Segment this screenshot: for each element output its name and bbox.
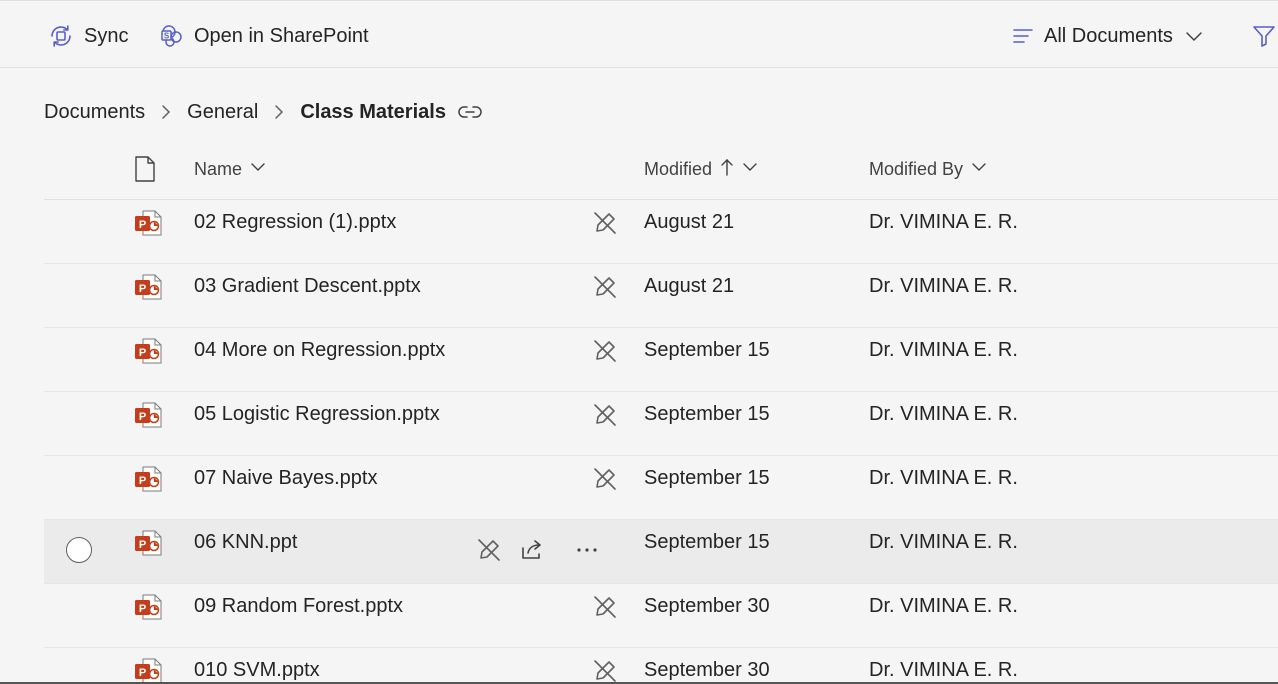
svg-text:P: P [139, 539, 146, 551]
view-label: All Documents [1044, 24, 1173, 47]
breadcrumb-general[interactable]: General [187, 101, 258, 124]
file-name[interactable]: 09 Random Forest.pptx [194, 593, 403, 619]
file-name[interactable]: 07 Naive Bayes.pptx [194, 465, 377, 491]
file-modified: August 21 [644, 275, 735, 297]
file-modified: September 30 [644, 595, 770, 617]
open-in-sharepoint-button[interactable]: S Open in SharePoint [160, 20, 369, 52]
column-header-row: Name Modified Modified By [44, 148, 1278, 200]
powerpoint-icon: P [134, 400, 164, 435]
share-icon[interactable] [519, 537, 545, 568]
breadcrumb: Documents General Class Materials [44, 96, 482, 128]
pencil-strike-icon [592, 466, 618, 497]
sync-button[interactable]: Sync [48, 20, 128, 52]
column-name[interactable]: Name [194, 158, 266, 180]
column-modified-by[interactable]: Modified By [869, 158, 987, 180]
powerpoint-icon: P [134, 656, 164, 684]
chevron-down-icon [1185, 27, 1203, 45]
link-icon[interactable] [458, 104, 482, 120]
more-options-icon[interactable] [574, 537, 600, 568]
svg-text:S: S [164, 32, 170, 41]
pencil-strike-icon [592, 402, 618, 433]
column-modified-label: Modified [644, 158, 713, 179]
breadcrumb-documents[interactable]: Documents [44, 101, 145, 124]
command-bar: Sync S Open in SharePoint All Documents [0, 0, 1278, 68]
file-list: P 02 Regression (1).pptx August 21 Dr. VIMI… [44, 200, 1278, 684]
file-modified-by: Dr. VIMINA E. R. [869, 211, 1018, 233]
chevron-down-icon [242, 159, 266, 180]
open-in-sharepoint-label: Open in SharePoint [194, 24, 369, 47]
file-modified-by: Dr. VIMINA E. R. [869, 659, 1018, 681]
pencil-strike-icon [592, 658, 618, 684]
file-modified: September 15 [644, 339, 770, 361]
powerpoint-icon: P [134, 336, 164, 371]
pencil-strike-icon [592, 594, 618, 625]
sharepoint-icon: S [160, 24, 184, 48]
file-name[interactable]: 06 KNN.ppt [194, 529, 297, 555]
file-modified: September 30 [644, 659, 770, 681]
pencil-strike-icon [476, 537, 502, 568]
file-modified-by: Dr. VIMINA E. R. [869, 531, 1018, 553]
file-name[interactable]: 02 Regression (1).pptx [194, 209, 396, 235]
chevron-right-icon [272, 103, 286, 121]
file-name[interactable]: 03 Gradient Descent.pptx [194, 273, 421, 299]
powerpoint-icon: P [134, 208, 164, 243]
powerpoint-icon: P [134, 592, 164, 627]
sort-ascending-icon [712, 157, 734, 182]
svg-text:P: P [139, 219, 146, 231]
filter-button[interactable] [1252, 20, 1276, 52]
lines-icon [1012, 25, 1034, 47]
file-modified: September 15 [644, 531, 770, 553]
file-modified: August 21 [644, 211, 735, 233]
column-modified[interactable]: Modified [644, 158, 758, 180]
chevron-down-icon [963, 159, 987, 180]
sync-label: Sync [84, 24, 129, 47]
svg-text:P: P [139, 283, 146, 295]
file-modified-by: Dr. VIMINA E. R. [869, 339, 1018, 361]
filter-icon [1252, 24, 1276, 48]
file-row[interactable]: P 06 KNN.ppt September 15 Dr. VIMINA E. R. [44, 520, 1278, 584]
chevron-down-icon [734, 159, 758, 180]
file-row[interactable]: P 09 Random Forest.pptx September 30 Dr. VI… [44, 584, 1278, 648]
svg-text:P: P [139, 411, 146, 423]
file-row[interactable]: P 04 More on Regression.pptx September 15 D… [44, 328, 1278, 392]
powerpoint-icon: P [134, 272, 164, 307]
file-name[interactable]: 010 SVM.pptx [194, 657, 320, 683]
file-modified: September 15 [644, 467, 770, 489]
file-row[interactable]: P 05 Logistic Regression.pptx September 15… [44, 392, 1278, 456]
view-selector[interactable]: All Documents [1012, 20, 1203, 52]
svg-text:P: P [139, 667, 146, 679]
file-row[interactable]: P 010 SVM.pptx September 30 Dr. VIMINA E. R… [44, 648, 1278, 684]
pencil-strike-icon [592, 338, 618, 369]
file-type-icon[interactable] [134, 156, 156, 187]
svg-text:P: P [139, 347, 146, 359]
column-name-label: Name [194, 158, 243, 179]
file-modified-by: Dr. VIMINA E. R. [869, 403, 1018, 425]
pencil-strike-icon [592, 274, 618, 305]
file-row[interactable]: P 03 Gradient Descent.pptx August 21 Dr. VI… [44, 264, 1278, 328]
file-row[interactable]: P 02 Regression (1).pptx August 21 Dr. VIMI… [44, 200, 1278, 264]
powerpoint-icon: P [134, 528, 164, 563]
file-modified: September 15 [644, 403, 770, 425]
file-row[interactable]: P 07 Naive Bayes.pptx September 15 Dr. VIMI… [44, 456, 1278, 520]
file-modified-by: Dr. VIMINA E. R. [869, 467, 1018, 489]
chevron-right-icon [159, 103, 173, 121]
file-modified-by: Dr. VIMINA E. R. [869, 275, 1018, 297]
row-select-checkbox[interactable] [66, 537, 92, 563]
svg-text:P: P [139, 475, 146, 487]
file-name[interactable]: 05 Logistic Regression.pptx [194, 401, 440, 427]
svg-text:P: P [139, 603, 146, 615]
powerpoint-icon: P [134, 464, 164, 499]
breadcrumb-current: Class Materials [300, 100, 446, 123]
column-modified-by-label: Modified By [869, 158, 964, 179]
pencil-strike-icon [592, 210, 618, 241]
sync-icon [48, 23, 74, 49]
file-name[interactable]: 04 More on Regression.pptx [194, 337, 445, 363]
file-modified-by: Dr. VIMINA E. R. [869, 595, 1018, 617]
